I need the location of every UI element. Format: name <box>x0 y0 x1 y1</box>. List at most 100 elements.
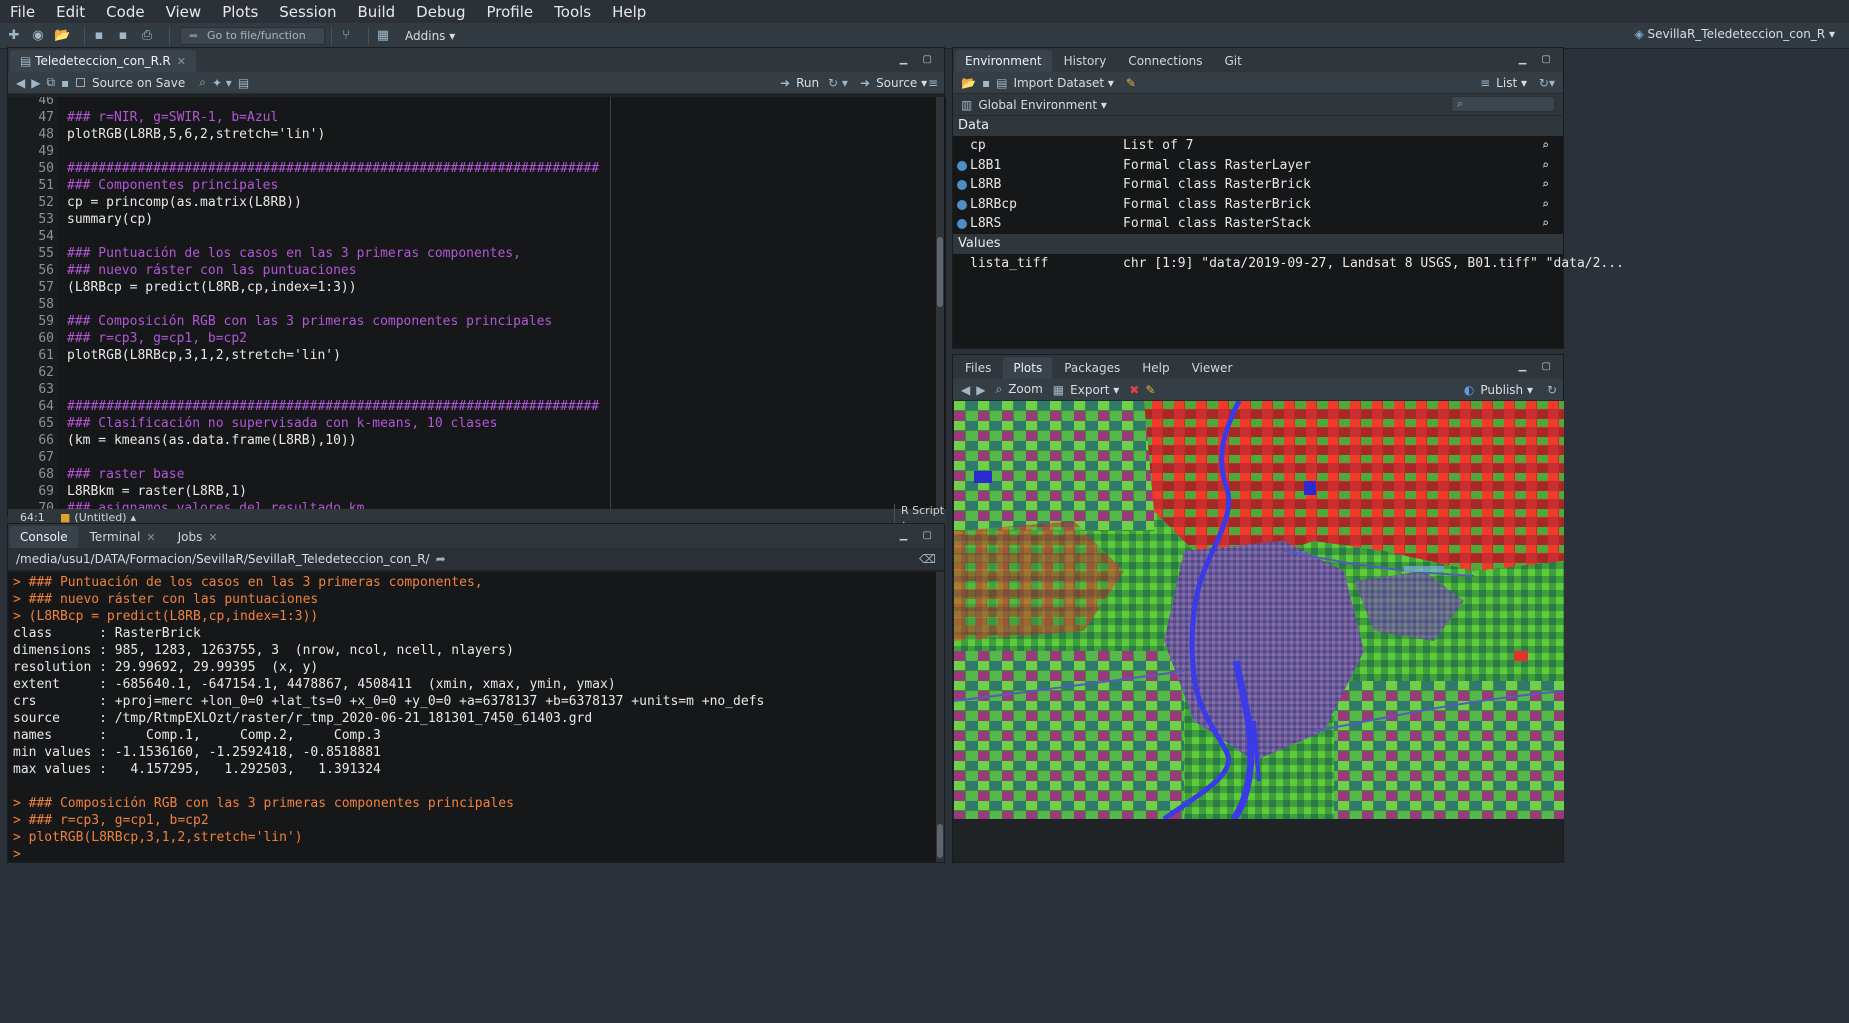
menu-profile[interactable]: Profile <box>487 3 534 21</box>
menu-session[interactable]: Session <box>279 3 336 21</box>
show-in-window-icon[interactable]: ⧉ <box>46 75 55 90</box>
environment-row[interactable]: lista_tiff chr [1:9] "data/2019-09-27, La… <box>953 254 1624 274</box>
project-menu[interactable]: ◈ SevillaR_Teledeteccion_con_R ▾ <box>1634 27 1835 41</box>
search-icon[interactable]: ⌕ <box>199 75 206 90</box>
code-line[interactable]: summary(cp) <box>67 211 153 228</box>
tab-help[interactable]: Help <box>1132 357 1179 379</box>
pane-window-controls[interactable]: ▁ ▢ <box>1519 361 1557 372</box>
outline-icon[interactable]: ≡ <box>928 76 938 90</box>
tab-files[interactable]: Files <box>955 357 1001 379</box>
console-output[interactable]: > ### Puntuación de los casos en las 3 p… <box>8 572 944 862</box>
code-line[interactable]: plotRGB(L8RBcp,3,1,2,stretch='lin') <box>67 347 341 364</box>
clear-console-icon[interactable]: ⌫ <box>919 552 936 566</box>
load-workspace-icon[interactable]: 📂 <box>961 76 976 90</box>
broom-icon[interactable]: ✎ <box>1126 76 1136 90</box>
code-line[interactable]: ### raster base <box>67 466 184 483</box>
tab-console[interactable]: Console <box>10 526 78 548</box>
values-section-header[interactable]: Values <box>953 233 1563 254</box>
code-tools-icon[interactable]: ✦ ▾ <box>212 76 232 90</box>
save-icon[interactable]: ▪ <box>61 76 69 90</box>
tab-viewer[interactable]: Viewer <box>1182 357 1243 379</box>
menu-view[interactable]: View <box>166 3 202 21</box>
code-line[interactable]: ### Clasificación no supervisada con k-m… <box>67 415 497 432</box>
menu-plots[interactable]: Plots <box>222 3 258 21</box>
menu-tools[interactable]: Tools <box>554 3 591 21</box>
open-file-icon[interactable]: 📂 <box>54 28 70 43</box>
environment-row[interactable]: cp List of 7 ⌕ <box>953 136 1563 156</box>
view-data-icon[interactable]: ⌕ <box>1542 197 1549 211</box>
tab-connections[interactable]: Connections <box>1118 50 1212 72</box>
pane-window-controls[interactable]: ▁ ▢ <box>900 530 938 541</box>
menu-debug[interactable]: Debug <box>416 3 465 21</box>
import-dataset-button[interactable]: Import Dataset ▾ <box>1013 76 1113 90</box>
pane-window-controls[interactable]: ▁ ▢ <box>900 54 938 65</box>
code-line[interactable]: (L8RBcp = predict(L8RB,cp,index=1:3)) <box>67 279 357 296</box>
go-to-file-input[interactable]: Go to file/function <box>180 26 325 45</box>
code-line[interactable]: ### Puntuación de los casos en las 3 pri… <box>67 245 521 262</box>
run-button[interactable]: ➜ Run <box>780 76 819 90</box>
environment-scope-select[interactable]: Global Environment ▾ <box>978 98 1107 112</box>
code-line[interactable]: (km = kmeans(as.data.frame(L8RB),10)) <box>67 432 357 449</box>
menu-file[interactable]: File <box>10 3 35 21</box>
menu-help[interactable]: Help <box>612 3 646 21</box>
scrollbar-thumb[interactable] <box>937 824 943 858</box>
source-on-save-checkbox[interactable]: ☐ <box>75 76 86 90</box>
pane-window-controls[interactable]: ▁ ▢ <box>1519 54 1557 65</box>
previous-plot-icon[interactable]: ◀ <box>961 383 970 397</box>
expand-icon[interactable] <box>957 160 967 171</box>
source-button[interactable]: ➜ Source ▾ <box>860 76 927 90</box>
environment-row[interactable]: L8RBcp Formal class RasterBrick ⌕ <box>953 195 1563 215</box>
export-button[interactable]: ▦ Export ▾ <box>1053 383 1119 397</box>
environment-row[interactable]: L8B1 Formal class RasterLayer ⌕ <box>953 156 1563 176</box>
environment-row[interactable]: L8RB Formal class RasterBrick ⌕ <box>953 175 1563 195</box>
code-line[interactable]: plotRGB(L8RB,5,6,2,stretch='lin') <box>67 126 325 143</box>
tab-plots[interactable]: Plots <box>1003 357 1053 379</box>
tab-source-file[interactable]: ▤ Teledeteccion_con_R.R ✕ <box>10 50 196 72</box>
tab-packages[interactable]: Packages <box>1054 357 1130 379</box>
next-plot-icon[interactable]: ▶ <box>976 383 985 397</box>
save-all-icon[interactable]: ▪ <box>115 28 131 43</box>
view-data-icon[interactable]: ⌕ <box>1542 216 1549 230</box>
view-mode-menu[interactable]: ≡ List ▾ <box>1480 76 1527 90</box>
expand-icon[interactable] <box>957 180 967 190</box>
code-line[interactable]: cp = princomp(as.matrix(L8RB)) <box>67 194 302 211</box>
refresh-icon[interactable]: ↻▾ <box>1539 76 1555 90</box>
view-data-icon[interactable]: ⌕ <box>1542 177 1549 191</box>
code-line[interactable]: ########################################… <box>67 398 599 415</box>
rerun-icon[interactable]: ↻ ▾ <box>828 76 848 90</box>
tab-history[interactable]: History <box>1054 50 1117 72</box>
code-line[interactable]: ### r=cp3, g=cp1, b=cp2 <box>67 330 247 347</box>
back-icon[interactable]: ◀ <box>16 76 25 90</box>
view-data-icon[interactable]: ⌕ <box>1542 158 1549 172</box>
menu-code[interactable]: Code <box>106 3 144 21</box>
code-line[interactable]: ### asignamos valores del resultado km <box>67 500 364 509</box>
code-line[interactable]: ### Componentes principales <box>67 177 278 194</box>
code-line[interactable]: L8RBkm = raster(L8RB,1) <box>67 483 247 500</box>
forward-icon[interactable]: ▶ <box>31 76 40 90</box>
environment-search-input[interactable]: ⌕ <box>1451 96 1555 112</box>
code-line[interactable]: ### Composición RGB con las 3 primeras c… <box>67 313 552 330</box>
environment-row[interactable]: L8RS Formal class RasterStack ⌕ <box>953 214 1563 234</box>
zoom-button[interactable]: ⌕ Zoom <box>995 382 1042 397</box>
tab-jobs[interactable]: Jobs ✕ <box>168 526 228 548</box>
addins-menu[interactable]: Addins ▾ <box>405 29 455 43</box>
save-workspace-icon[interactable]: ▪ <box>982 76 990 90</box>
code-line[interactable]: ########################################… <box>67 160 599 177</box>
print-icon[interactable]: ⎙ <box>139 28 155 43</box>
refresh-icon[interactable]: ↻ <box>1547 383 1557 397</box>
new-project-icon[interactable]: ◉ <box>30 28 46 43</box>
scrollbar-thumb[interactable] <box>937 237 943 307</box>
tab-environment[interactable]: Environment <box>955 50 1052 72</box>
code-editor[interactable]: 46 47 ### r=NIR, g=SWIR-1, b=Azul 48 plotRG… <box>8 97 946 509</box>
tab-terminal[interactable]: Terminal ✕ <box>80 526 166 548</box>
data-section-header[interactable]: Data <box>953 116 1563 136</box>
new-file-icon[interactable]: ✚ <box>6 28 22 43</box>
expand-icon[interactable] <box>957 199 967 210</box>
view-data-icon[interactable]: ⌕ <box>1542 138 1549 152</box>
editor-scrollbar[interactable] <box>936 97 944 509</box>
go-to-directory-icon[interactable]: ➦ <box>436 552 446 566</box>
code-line[interactable]: ### r=NIR, g=SWIR-1, b=Azul <box>67 109 278 126</box>
save-icon[interactable]: ▪ <box>91 28 107 43</box>
compile-report-icon[interactable]: ▤ <box>238 76 249 90</box>
expand-icon[interactable] <box>957 219 967 229</box>
